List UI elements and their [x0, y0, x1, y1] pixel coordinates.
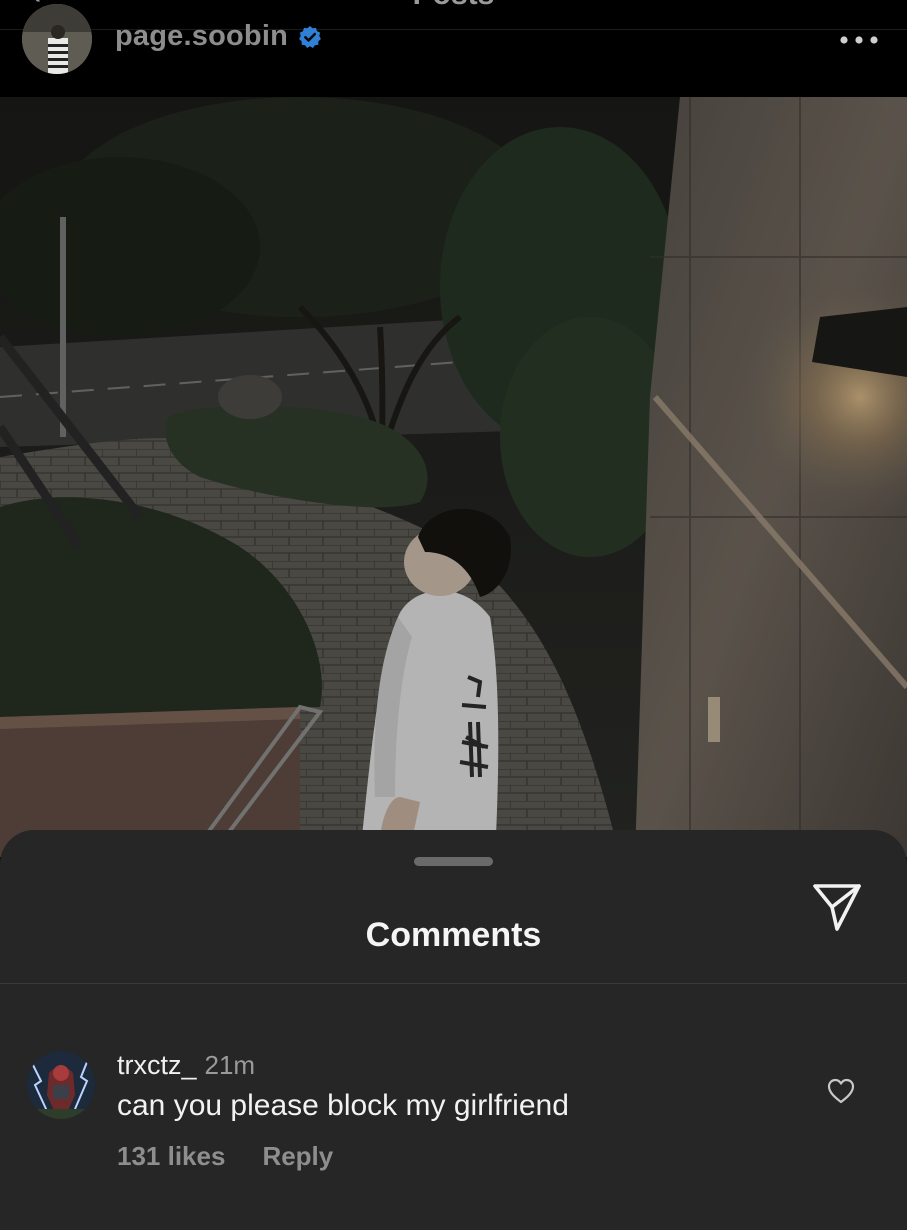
- post-author[interactable]: page.soobin: [115, 20, 322, 53]
- comments-title: Comments: [365, 916, 542, 954]
- sheet-divider: [0, 983, 907, 984]
- comment-actions: 131 likes Reply: [117, 1141, 333, 1172]
- comment-text: can you please block my girlfriend: [117, 1089, 569, 1122]
- heart-outline-icon[interactable]: [826, 1076, 856, 1106]
- avatar[interactable]: [22, 4, 92, 74]
- comment-avatar[interactable]: [27, 1051, 95, 1119]
- post-image[interactable]: [0, 97, 907, 857]
- reply-button[interactable]: Reply: [262, 1141, 333, 1172]
- comment-header: trxctz_ 21m: [117, 1050, 255, 1081]
- username[interactable]: page.soobin: [115, 20, 288, 53]
- comments-sheet: Comments trxctz_ 21m can you please bloc…: [0, 830, 907, 1230]
- send-icon[interactable]: [810, 880, 864, 934]
- comment-likes-count[interactable]: 131 likes: [117, 1141, 225, 1172]
- page-title: Posts: [0, 0, 907, 12]
- post-header: ‹ Posts page.soobin: [0, 0, 907, 97]
- comment-username[interactable]: trxctz_: [117, 1050, 197, 1081]
- verified-badge-icon: [299, 25, 321, 48]
- comment-timestamp: 21m: [204, 1050, 256, 1080]
- sheet-drag-handle[interactable]: [414, 857, 493, 866]
- more-options-icon[interactable]: [836, 30, 882, 50]
- post-photo-illustration: [0, 97, 907, 857]
